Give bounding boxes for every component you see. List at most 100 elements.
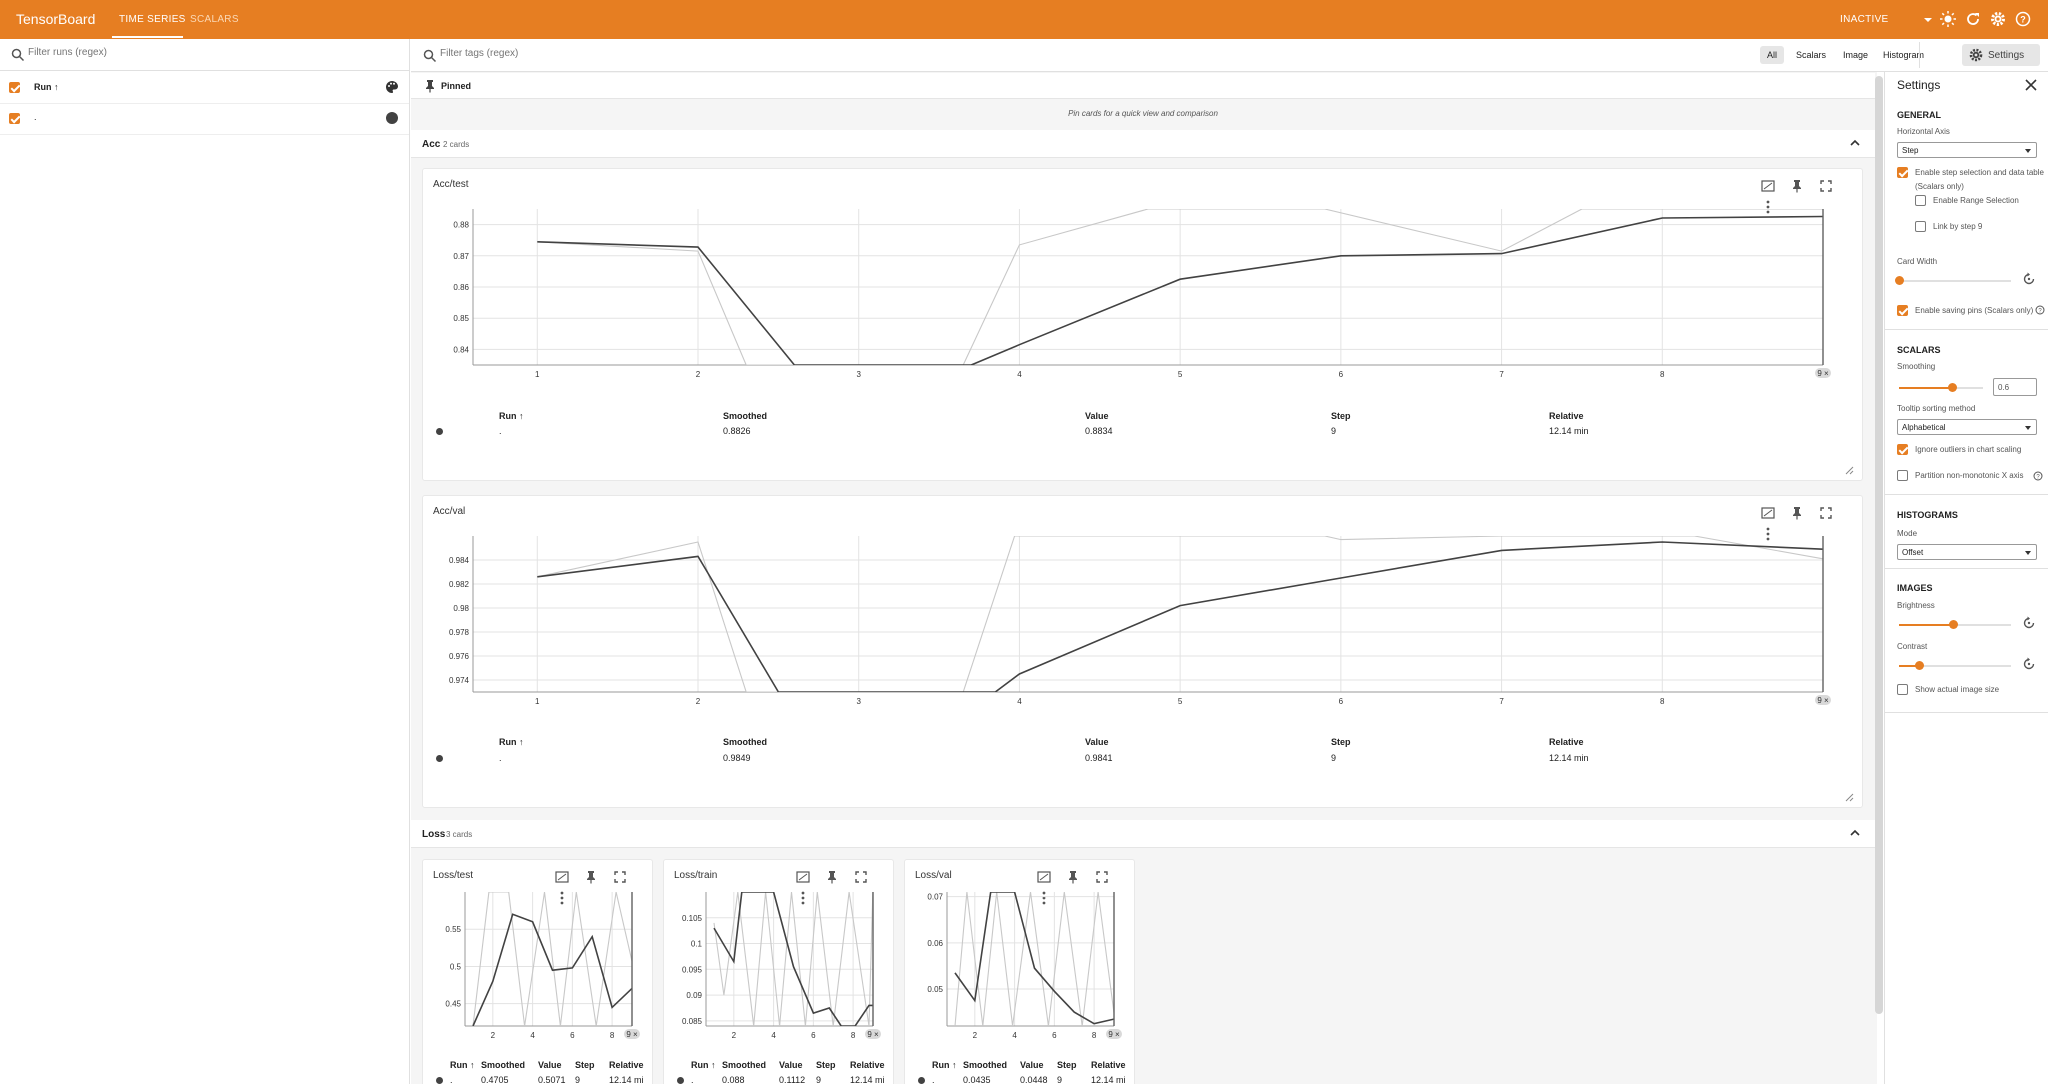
card-width-slider-knob[interactable] [1895,276,1904,285]
chart-loss-train[interactable]: 246890.1050.10.0950.090.0859 × [668,890,890,1050]
actual-size-checkbox[interactable] [1897,684,1908,695]
fit-domain-icon[interactable] [553,868,571,886]
x-tick-label: 3 [856,697,861,706]
group-card-count: 2 cards [443,140,470,149]
x-tick-label: 4 [1017,697,1022,706]
saving-pins-checkbox[interactable] [1897,305,1908,316]
close-icon[interactable] [2023,77,2039,93]
smoothing-input[interactable]: 0.6 [1993,378,2037,396]
reset-icon[interactable] [2021,656,2037,672]
svg-text:?: ? [2020,15,2026,25]
run-color-swatch[interactable] [386,112,398,124]
info-icon[interactable]: ? [2033,471,2043,481]
main-scrollbar[interactable] [1875,76,1883,1014]
status-dropdown-icon[interactable] [1919,10,1937,28]
help-icon[interactable]: ? [2014,10,2032,28]
fullscreen-icon[interactable] [852,868,870,886]
horizontal-axis-select[interactable]: Step [1897,142,2037,158]
table-header-run[interactable]: Run ↑ [499,737,524,747]
y-tick-label: 0.5 [450,962,462,971]
runs-filter[interactable] [0,39,409,71]
cell-run: . [450,1075,453,1084]
partition-checkbox[interactable] [1897,470,1908,481]
pin-icon[interactable] [823,868,841,886]
scalar-card-loss-val: Loss/val 2 4 6 8 9 0.07 0.06 0.05 9 × Run ↑ Smoo… [904,859,1135,1084]
general-heading: GENERAL [1897,110,1942,120]
reset-icon[interactable] [2021,615,2037,631]
type-filter-image[interactable]: Image [1843,50,1868,60]
brightness-slider-knob[interactable] [1949,620,1958,629]
mode-select[interactable]: Offset [1897,544,2037,560]
chart-loss-val[interactable]: 246890.070.060.059 × [909,890,1131,1050]
ignore-outliers-label: Ignore outliers in chart scaling [1915,445,2022,454]
table-header-run[interactable]: Run ↑ [932,1060,957,1070]
type-filter-scalars[interactable]: Scalars [1796,50,1826,60]
group-header-loss[interactable]: Loss 3 cards [411,820,1875,848]
settings-toggle-button[interactable]: Settings [1962,44,2040,66]
table-header-run[interactable]: Run ↑ [450,1060,475,1070]
fit-domain-icon[interactable] [1759,504,1777,522]
contrast-slider-knob[interactable] [1915,661,1924,670]
fullscreen-icon[interactable] [1817,177,1835,195]
tab-scalars[interactable]: SCALARS [190,14,239,25]
table-header-smoothed: Smoothed [723,737,767,747]
x-tick-label: 7 [1499,370,1504,379]
cell-smoothed: 0.088 [722,1075,745,1084]
type-filter-all[interactable]: All [1760,46,1785,64]
x-tick-label: 2 [491,1031,496,1040]
chevron-up-icon[interactable] [1849,828,1861,838]
smoothing-slider-knob[interactable] [1948,383,1957,392]
step-marker-label: 9 × [626,1030,638,1039]
ignore-outliers-checkbox[interactable] [1897,444,1908,455]
table-header-run[interactable]: Run ↑ [499,411,524,421]
resize-handle-icon[interactable] [1844,465,1854,475]
link-by-step-checkbox[interactable] [1915,221,1926,232]
images-heading: IMAGES [1897,583,1933,593]
fit-domain-icon[interactable] [1759,177,1777,195]
fullscreen-icon[interactable] [1817,504,1835,522]
x-tick-label: 2 [973,1031,978,1040]
brightness-icon[interactable] [1939,10,1957,28]
select-all-runs-checkbox[interactable] [9,82,20,93]
step-selection-checkbox[interactable] [1897,167,1908,178]
x-tick-label: 6 [811,1031,816,1040]
tab-time-series[interactable]: TIME SERIES [119,14,186,25]
fit-domain-icon[interactable] [1035,868,1053,886]
chart-acc-test[interactable]: 1234567890.880.870.860.850.849 × [433,197,1853,397]
chart-loss-test[interactable]: 246890.550.50.459 × [427,890,649,1050]
pin-icon[interactable] [1788,177,1806,195]
divider [1885,329,2048,330]
x-tick-label: 6 [1052,1031,1057,1040]
scalar-card-acc-test: Acc/test 1 2 3 4 5 6 7 8 9 0.88 0.87 0.86 0.85 0.84 9 … [422,168,1863,481]
tags-filter-input[interactable] [440,48,940,59]
runs-filter-input[interactable] [28,47,328,58]
pin-icon[interactable] [1788,504,1806,522]
chart-acc-val[interactable]: 1234567890.9840.9820.980.9780.9760.9749 … [433,524,1853,724]
settings-gear-icon[interactable] [1989,10,2007,28]
reset-icon[interactable] [2021,271,2037,287]
chevron-up-icon[interactable] [1849,138,1861,148]
cell-run: . [691,1075,694,1084]
fullscreen-icon[interactable] [611,868,629,886]
pin-icon[interactable] [1064,868,1082,886]
table-header-smoothed: Smoothed [723,411,767,421]
fit-domain-icon[interactable] [794,868,812,886]
palette-icon[interactable] [385,80,399,94]
refresh-icon[interactable] [1964,10,1982,28]
table-header-run[interactable]: Run ↑ [691,1060,716,1070]
resize-handle-icon[interactable] [1844,792,1854,802]
info-icon[interactable]: ? [2035,305,2045,315]
tooltip-sort-select[interactable]: Alphabetical [1897,419,2037,435]
group-header-acc[interactable]: Acc 2 cards [411,130,1875,158]
x-tick-label: 8 [610,1031,615,1040]
cell-run: . [499,753,502,763]
type-filter-histogram[interactable]: Histogram [1883,50,1924,60]
pin-icon[interactable] [582,868,600,886]
x-tick-label: 1 [535,697,540,706]
run-checkbox[interactable] [9,113,20,124]
range-selection-checkbox[interactable] [1915,195,1926,206]
fullscreen-icon[interactable] [1093,868,1111,886]
run-color-dot [436,428,443,435]
runs-column-header[interactable]: Run ↑ [34,82,59,92]
cell-step: 9 [816,1075,822,1084]
